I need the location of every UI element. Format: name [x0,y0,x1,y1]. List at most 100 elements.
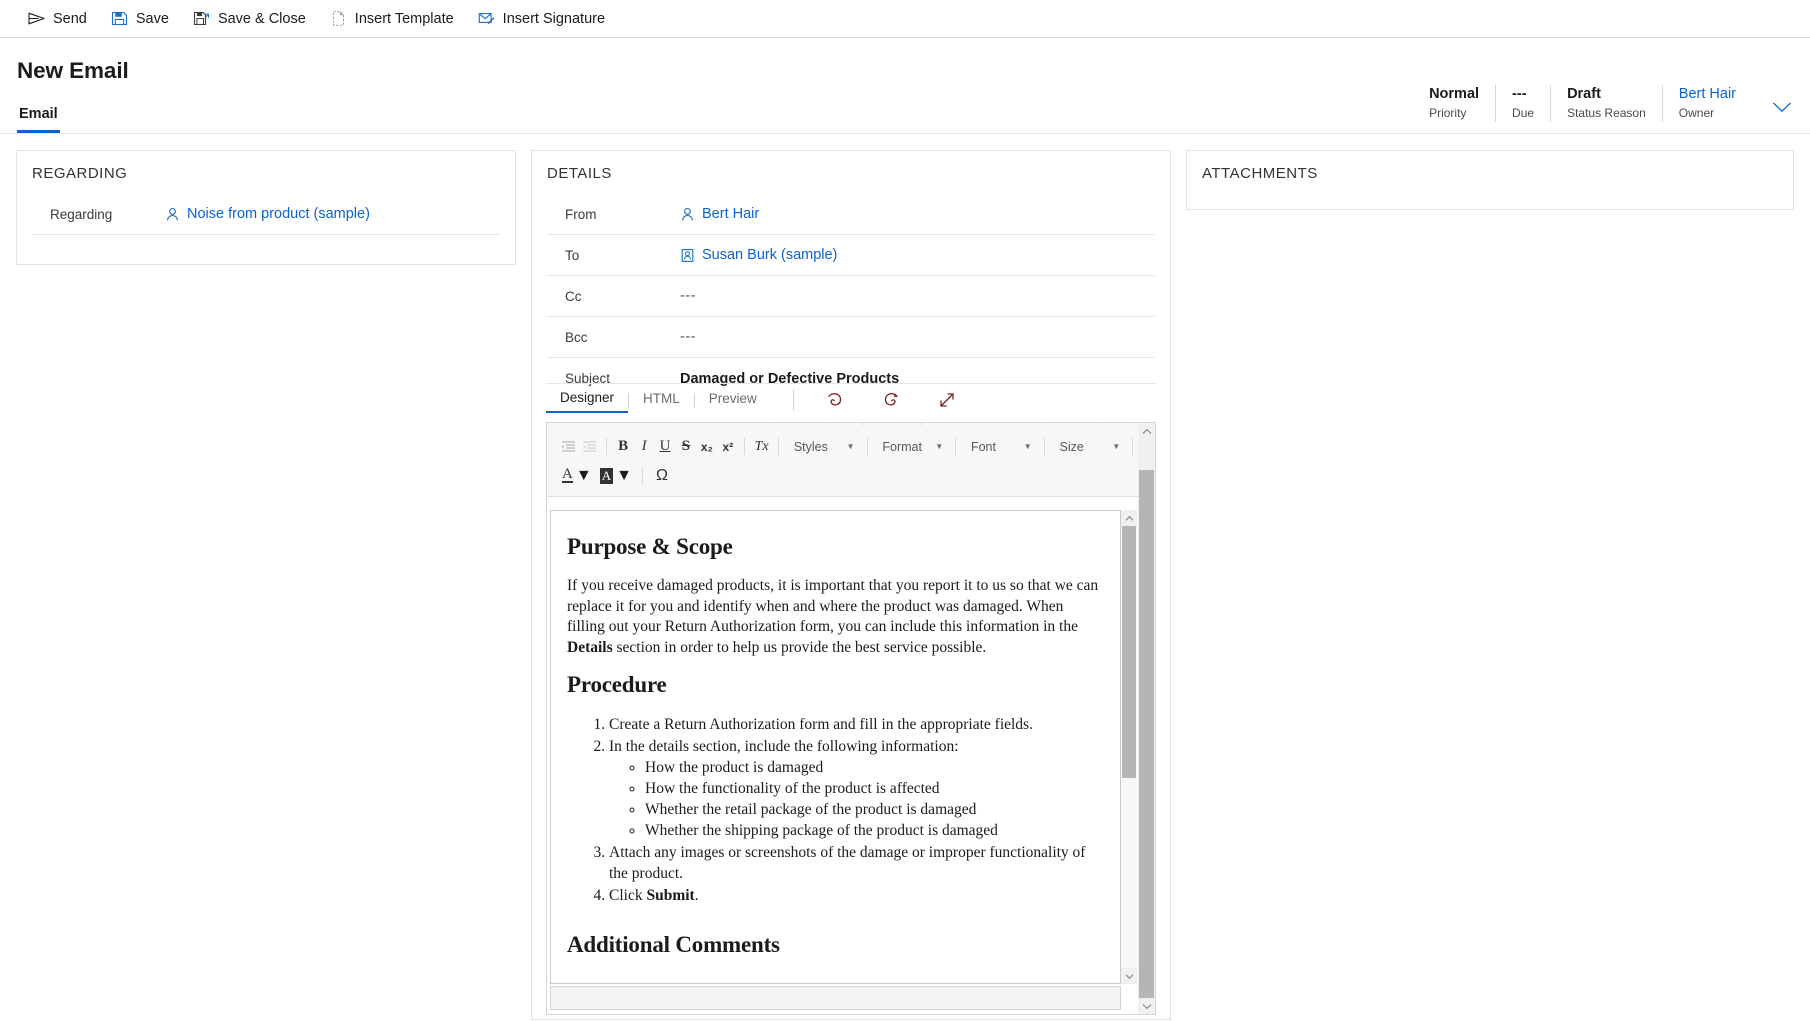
align-left-icon[interactable]: ≡ [681,423,701,428]
horizontal-rule-icon[interactable]: — [928,423,948,428]
editor-tabstrip: Designer HTML Preview [546,383,1156,414]
header-stat-due[interactable]: --- Due [1495,85,1550,122]
size-dropdown[interactable]: Size ▼ [1052,436,1126,458]
special-character-icon[interactable]: Ω [650,464,674,487]
toolbar-divider-h [1132,423,1133,425]
to-field-value[interactable]: Susan Burk (sample) [680,247,837,263]
image-icon[interactable]: ▧ [1015,423,1035,428]
procedure-subitem-4: Whether the shipping package of the prod… [645,820,1104,841]
background-color-icon[interactable]: A ▼ [597,464,635,487]
procedure-sublist: How the product is damaged How the funct… [609,757,1104,841]
email-body-document[interactable]: Purpose & Scope If you receive damaged p… [550,510,1121,984]
header-expand-button[interactable] [1768,93,1796,121]
tab-designer[interactable]: Designer [546,387,628,413]
procedure-step-2: In the details section, include the foll… [609,736,1104,841]
document-scroll-thumb[interactable] [1122,526,1136,778]
align-right-icon[interactable]: ≡ [724,423,744,428]
increase-indent-icon[interactable] [559,435,578,458]
document-scroll-up-arrow[interactable] [1121,510,1137,526]
strikethrough-icon[interactable]: S [676,435,695,458]
save-label: Save [136,11,169,27]
italic-icon[interactable]: I [635,435,654,458]
page-break-icon[interactable]: ◫ [971,423,991,428]
tab-html[interactable]: HTML [629,388,694,412]
send-label: Send [53,11,87,27]
editor-scroll-down-arrow[interactable] [1138,998,1155,1014]
bcc-field-value[interactable]: --- [680,329,696,345]
regarding-field-label: Regarding [32,207,165,222]
field-row-regarding-spacer [32,235,500,261]
cc-field-value[interactable]: --- [680,288,696,304]
undo-icon[interactable] [822,387,848,413]
text-color-icon[interactable]: A ▼ [559,464,595,487]
quote-open-icon[interactable]: “ [871,423,891,428]
status-reason-value: Draft [1567,85,1646,104]
align-justify-icon[interactable]: ≡ [746,423,766,428]
header-stat-priority[interactable]: Normal Priority [1413,85,1495,122]
step-4-prefix: Click [609,887,646,904]
chevron-down-icon: ▼ [1024,442,1032,451]
regarding-link-text: Noise from product (sample) [187,206,370,222]
chevron-down-icon: ▼ [1112,442,1120,451]
save-and-close-button[interactable]: Save & Close [181,0,318,38]
block-icon[interactable]: ▬ [1106,423,1126,428]
spellcheck-icon[interactable]: ▤ [837,423,857,428]
page-title: New Email [17,58,129,84]
document-scrollbar[interactable] [1121,510,1137,984]
font-dropdown[interactable]: Font ▼ [963,436,1037,458]
to-link-text: Susan Burk (sample) [702,247,837,263]
chevron-down-icon: ▼ [576,467,592,485]
toolbar-divider-n [1044,438,1045,455]
save-button[interactable]: Save [99,0,181,38]
paste-icon[interactable]: ▣ [603,423,623,428]
insert-signature-button[interactable]: Insert Signature [466,0,617,38]
paste-word-icon[interactable]: ▣ [646,423,666,428]
superscript-icon[interactable]: x² [718,435,737,458]
table-icon[interactable]: ▦ [993,423,1013,428]
tab-email[interactable]: Email [17,102,60,133]
editor-outer-scrollbar[interactable] [1138,423,1155,1014]
bulleted-list-icon[interactable]: ≡ [1071,423,1091,428]
save-close-icon [193,10,210,27]
expand-icon[interactable] [934,387,960,413]
send-button[interactable]: Send [16,0,99,38]
paragraph-1-text-b: section in order to help us provide the … [613,639,987,656]
paste-text-icon[interactable]: ▣ [624,423,644,428]
document-heading-2: Procedure [567,672,1104,698]
redo-icon[interactable] [878,387,904,413]
editor-scroll-thumb[interactable] [1139,470,1154,998]
new-page-icon[interactable]: ▢ [581,423,601,428]
bold-icon[interactable]: B [614,435,633,458]
attachments-section: ATTACHMENTS [1186,150,1794,210]
form-header: New Email Normal Priority --- Due Draft … [0,38,1810,134]
regarding-field-value[interactable]: Noise from product (sample) [165,206,370,222]
editor-scroll-up-arrow[interactable] [1138,423,1155,439]
decrease-indent-icon[interactable] [580,435,599,458]
owner-value[interactable]: Bert Hair [1679,85,1736,104]
rte-toolbar-row-1: ∞ ▢ ▣ ▣ ▣ ≡ ≡ ≡ ≡ ↰ ↱ [547,423,1138,424]
redo-small-icon[interactable]: ↱ [802,423,822,428]
source-icon[interactable]: ∞ [559,423,579,428]
format-dropdown[interactable]: Format ▼ [874,436,948,458]
chevron-down-icon [1772,101,1792,114]
insert-template-button[interactable]: Insert Template [318,0,466,38]
document-scroll-down-arrow[interactable] [1121,968,1137,984]
from-field-label: From [547,207,680,222]
styles-dropdown[interactable]: Styles ▼ [786,436,860,458]
toolbar-divider-g [1098,423,1099,425]
undo-small-icon[interactable]: ↰ [780,423,800,428]
toolbar-divider-k [778,438,779,455]
subscript-icon[interactable]: x₂ [697,435,716,458]
contact-card-icon [680,248,695,263]
tab-preview[interactable]: Preview [695,388,771,412]
align-center-icon[interactable]: ≡ [702,423,722,428]
template-icon [330,10,347,27]
quote-close-icon[interactable]: ” [893,423,913,428]
header-stat-owner[interactable]: Bert Hair Owner [1662,85,1752,122]
underline-icon[interactable]: U [656,435,675,458]
remove-formatting-icon[interactable]: Tx [752,435,771,458]
from-field-value[interactable]: Bert Hair [680,206,759,222]
remove-format-icon[interactable]: ✗ [949,423,969,428]
header-stat-status-reason[interactable]: Draft Status Reason [1550,85,1662,122]
numbered-list-icon[interactable]: ≡ [1049,423,1069,428]
